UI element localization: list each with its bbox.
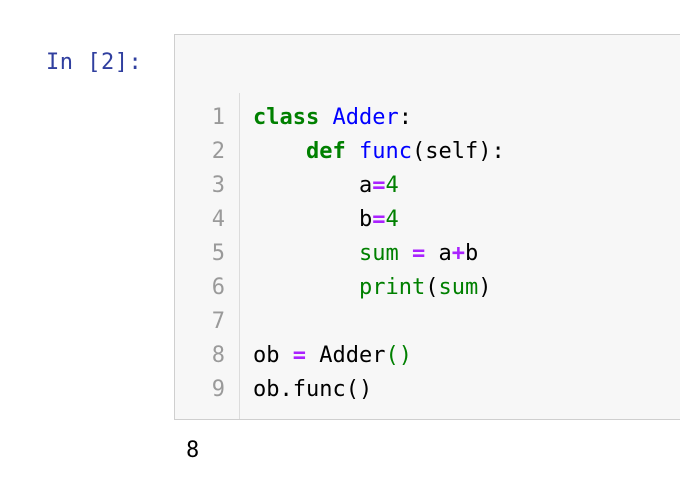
code-token: (self): xyxy=(411,139,505,164)
code-token: 4 xyxy=(385,173,399,198)
code-token: func xyxy=(358,139,412,164)
code-token: b xyxy=(253,207,373,232)
code-token: sum xyxy=(358,241,399,266)
line-number: 5 xyxy=(211,241,225,266)
line-number: 2 xyxy=(211,139,225,164)
code-token: ob xyxy=(253,343,293,368)
cell-output: 8 xyxy=(186,438,200,463)
code-token: a xyxy=(253,173,373,198)
code-token: 4 xyxy=(385,207,399,232)
code-line[interactable]: ob = Adder() xyxy=(253,339,412,373)
code-token: b xyxy=(464,241,479,266)
line-number-gutter: 1 2 3 4 5 6 7 8 9 xyxy=(175,93,240,419)
line-number: 6 xyxy=(211,275,225,300)
line-number: 9 xyxy=(211,377,225,402)
code-token: print xyxy=(358,275,426,300)
code-token: class xyxy=(253,105,320,130)
code-token: def xyxy=(305,139,346,164)
line-number: 8 xyxy=(211,343,225,368)
line-number: 4 xyxy=(211,207,225,232)
code-token: () xyxy=(385,343,412,368)
code-token: ) xyxy=(478,275,492,300)
code-line[interactable]: a=4 xyxy=(253,169,399,203)
code-token: Adder xyxy=(306,343,386,368)
cell-toolbar-area xyxy=(175,35,680,94)
code-token: = xyxy=(411,241,426,266)
code-token: Adder xyxy=(332,105,399,130)
code-editor[interactable]: 1 2 3 4 5 6 7 8 9 class Adder: def func(self): a… xyxy=(175,93,680,419)
line-number: 7 xyxy=(211,309,225,334)
code-token: sum xyxy=(438,275,479,300)
code-token: = xyxy=(372,207,386,232)
input-prompt: In [2]: xyxy=(46,50,143,75)
code-line[interactable]: print(sum) xyxy=(253,271,491,305)
line-number: 1 xyxy=(211,105,225,130)
code-token: ob.func() xyxy=(253,377,373,402)
code-token: = xyxy=(292,343,306,368)
code-cell[interactable]: 1 2 3 4 5 6 7 8 9 class Adder: def func(self): a… xyxy=(174,34,680,420)
code-token: : xyxy=(398,105,412,130)
code-token: + xyxy=(451,241,465,266)
code-token: a xyxy=(425,241,452,266)
code-token: ( xyxy=(425,275,439,300)
code-line[interactable]: def func(self): xyxy=(253,135,505,169)
code-line[interactable]: b=4 xyxy=(253,203,399,237)
code-line[interactable]: class Adder: xyxy=(253,101,412,135)
line-number: 3 xyxy=(211,173,225,198)
code-line[interactable]: ob.func() xyxy=(253,373,372,407)
code-token: = xyxy=(372,173,386,198)
code-line[interactable]: sum = a+b xyxy=(253,237,478,271)
